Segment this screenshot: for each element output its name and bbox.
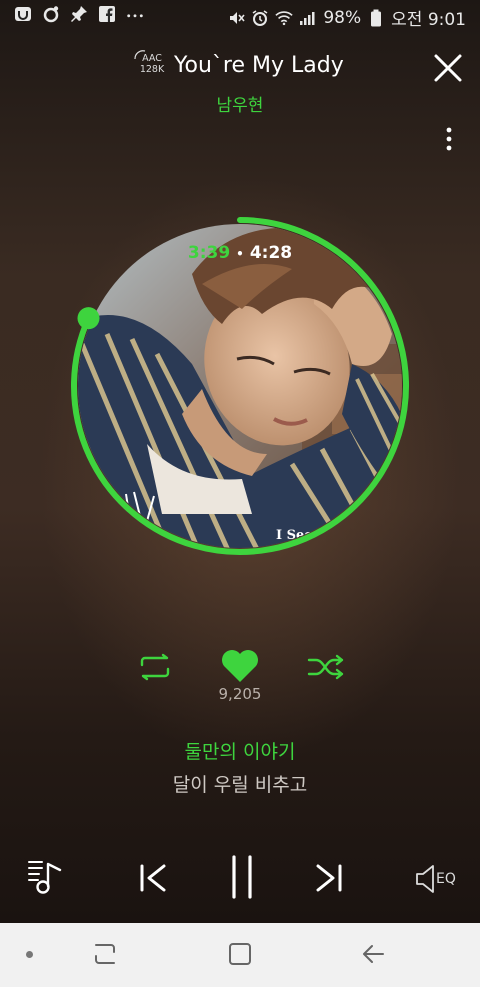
status-right-icons: 98% 오전 9:01 [227, 5, 466, 30]
battery-icon [367, 9, 385, 27]
playlist-button[interactable] [26, 856, 70, 898]
equalizer-button[interactable]: EQ [414, 862, 464, 896]
shuffle-icon [307, 654, 344, 680]
status-left-icons [14, 5, 144, 23]
recent-apps-icon [95, 944, 115, 964]
wifi-icon [275, 9, 294, 27]
status-bar: 98% 오전 9:01 [0, 0, 480, 32]
mute-icon [227, 9, 245, 27]
time-separator: • [236, 247, 244, 261]
recent-apps-button[interactable] [92, 941, 118, 967]
song-title: You`re My Lady [174, 53, 344, 78]
more-options-button[interactable] [440, 125, 458, 155]
battery-percent: 98% [323, 7, 362, 28]
lyric-next-line[interactable]: 달이 우릴 비추고 [0, 770, 480, 797]
playlist-icon [28, 861, 62, 894]
repeat-icon [140, 653, 170, 681]
time-display: 3:39 • 4:28 [0, 243, 480, 263]
previous-track-button[interactable] [134, 860, 170, 896]
home-icon [229, 943, 251, 965]
album-progress-disc[interactable]: I Second [52, 214, 412, 559]
nav-indicator-dot [26, 951, 33, 958]
close-icon [434, 54, 462, 82]
back-button[interactable] [360, 941, 386, 967]
shuffle-button[interactable] [306, 653, 346, 681]
previous-icon [140, 864, 166, 892]
signal-icon [299, 9, 317, 27]
alarm-icon [251, 9, 269, 27]
back-arrow-icon [363, 945, 384, 963]
current-time: 3:39 [187, 243, 231, 263]
pause-button[interactable] [222, 854, 262, 900]
player-screen: 98% 오전 9:01 AAC 128K You`re My Lady 남우현 [0, 0, 480, 923]
next-track-button[interactable] [312, 860, 348, 896]
more-notifications-icon [126, 5, 144, 23]
status-time: 오전 9:01 [391, 10, 466, 30]
settings-icon [42, 5, 60, 23]
total-time: 4:28 [249, 243, 293, 263]
eq-label: EQ [436, 871, 456, 887]
like-count: 9,205 [218, 685, 262, 703]
home-button[interactable] [227, 941, 253, 967]
lyric-current-line[interactable]: 둘만의 이야기 [0, 737, 480, 764]
next-icon [316, 864, 342, 892]
pin-icon [70, 5, 88, 23]
heart-icon [222, 650, 258, 682]
notification-icon [14, 5, 32, 23]
audio-quality-badge: AAC 128K [134, 50, 168, 79]
like-button[interactable] [220, 648, 260, 684]
facebook-icon [98, 5, 116, 23]
artist-name[interactable]: 남우현 [0, 91, 480, 116]
progress-knob[interactable] [77, 307, 100, 330]
more-vertical-icon [446, 127, 452, 151]
quality-bitrate: 128K [139, 64, 165, 75]
close-button[interactable] [430, 50, 466, 86]
pause-icon [232, 855, 252, 899]
system-navigation-bar [0, 923, 480, 987]
repeat-button[interactable] [136, 653, 174, 681]
